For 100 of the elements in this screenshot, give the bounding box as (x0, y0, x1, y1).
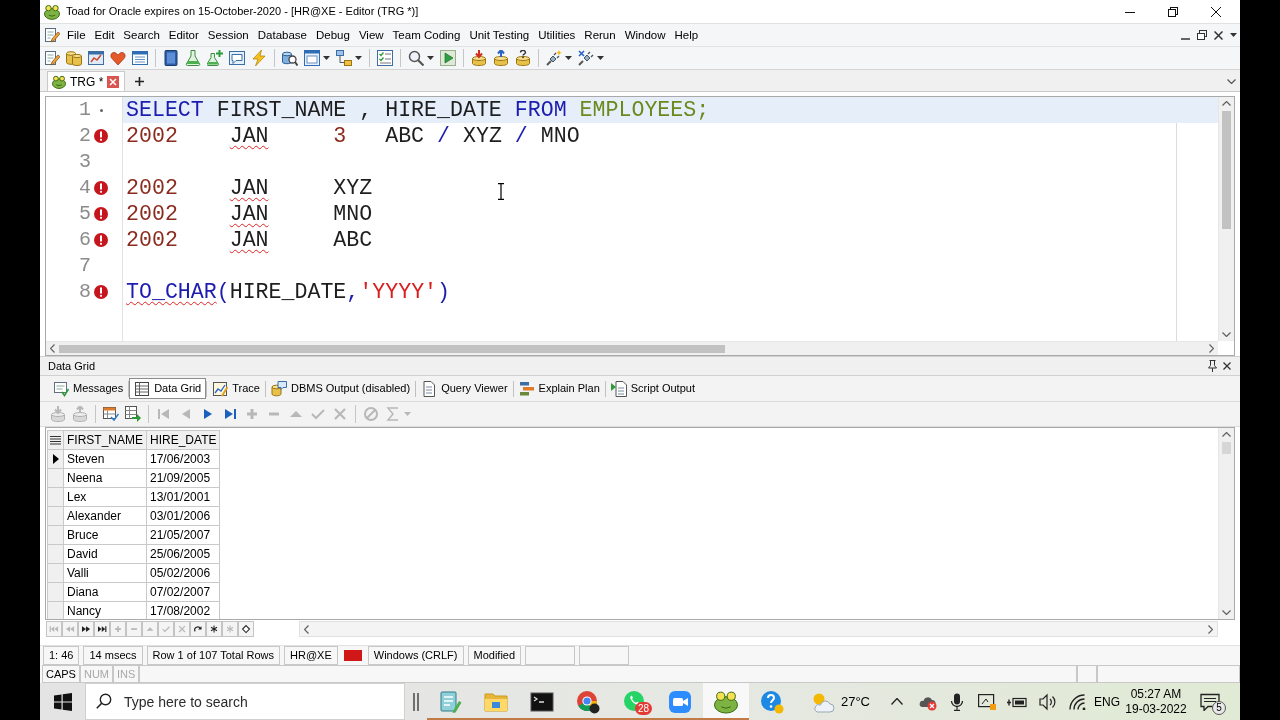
code-line: 2002 JAN XYZ (126, 176, 373, 200)
menu-item[interactable]: View (354, 26, 388, 44)
plug-sparkle-icon[interactable] (546, 50, 562, 66)
document-pencil-icon[interactable] (44, 50, 60, 66)
search-field[interactable]: Type here to search (85, 683, 405, 720)
database-up-arrow-icon[interactable] (493, 50, 509, 66)
document-pencil-icon[interactable] (44, 27, 60, 43)
close-icon[interactable] (1223, 362, 1231, 370)
database-speech-icon (270, 380, 287, 397)
caret-icon[interactable] (323, 56, 330, 60)
caret-icon[interactable] (565, 56, 572, 60)
window-icon[interactable] (304, 50, 320, 66)
pin-icon[interactable] (1208, 360, 1217, 372)
caret-icon[interactable] (427, 56, 434, 60)
grid-copy-icon[interactable] (103, 406, 119, 422)
table-cell: Lex (63, 487, 147, 507)
horizontal-scrollbar[interactable] (46, 341, 1218, 355)
fast-forward-icon[interactable] (78, 621, 94, 637)
menu-item[interactable]: Team Coding (388, 26, 465, 44)
tab[interactable]: Messages (48, 378, 129, 399)
book-icon[interactable] (163, 50, 179, 66)
tab[interactable]: Explain Plan (513, 378, 605, 399)
last-icon[interactable] (94, 621, 110, 637)
tab[interactable]: DBMS Output (disabled) (265, 378, 416, 399)
database-magnifier-icon[interactable] (282, 50, 298, 66)
menu-item[interactable]: Editor (164, 26, 203, 44)
key-indicator: NUM (79, 665, 114, 683)
table-cell: 17/06/2003 (146, 449, 220, 469)
menu-item[interactable]: Debug (312, 26, 354, 44)
menu-item[interactable]: Utilities (534, 26, 580, 44)
chevron-up-icon[interactable] (891, 698, 903, 705)
clock-time[interactable]: 05:27 AM (1130, 686, 1182, 702)
column-header[interactable]: FIRST_NAME (63, 430, 147, 450)
horizontal-scrollbar[interactable] (299, 621, 1218, 637)
panel-title: Data Grid (48, 358, 96, 374)
flask-plus-icon[interactable] (207, 50, 223, 66)
menu-item[interactable]: File (63, 26, 90, 44)
column-header[interactable]: HIRE_DATE (146, 430, 220, 450)
asterisk-icon[interactable] (206, 621, 222, 637)
list-icon[interactable] (50, 435, 61, 446)
speaker-icon[interactable] (1038, 692, 1056, 711)
scrollbar-thumb[interactable] (59, 344, 725, 353)
plug-cross-icon[interactable] (578, 50, 594, 66)
line-number: 3 (79, 149, 91, 173)
language-indicator[interactable]: ENG (1094, 692, 1120, 711)
menu-item[interactable]: Database (253, 26, 311, 44)
temperature[interactable]: 27°C (840, 691, 870, 712)
restore-icon[interactable] (1197, 30, 1207, 40)
menu-item[interactable]: Window (620, 26, 670, 44)
menu-item[interactable]: Search (119, 26, 164, 44)
grid-arrow-icon[interactable] (125, 406, 141, 422)
double-bar-icon[interactable] (413, 692, 419, 711)
search-icon[interactable] (96, 693, 112, 709)
caret-icon[interactable] (597, 56, 604, 60)
close-icon[interactable] (1211, 6, 1221, 17)
dot-icon (99, 108, 103, 112)
taskbar-button[interactable]: 28 (611, 683, 657, 720)
checklist-icon[interactable] (377, 50, 393, 66)
menu-item[interactable]: Edit (90, 26, 119, 44)
window-icon[interactable] (132, 50, 148, 66)
scrollbar-thumb[interactable] (1222, 442, 1231, 454)
magnifier-icon[interactable] (408, 50, 424, 66)
four-squares-icon[interactable] (53, 692, 72, 711)
database-down-arrow-icon[interactable] (471, 50, 487, 66)
monitor-icon[interactable] (978, 693, 996, 710)
menu-item[interactable]: Rerun (580, 26, 620, 44)
frog-icon (714, 689, 738, 714)
database-icon[interactable] (66, 50, 82, 66)
maximize-icon[interactable] (1168, 6, 1178, 17)
status-panel: Row 1 of 107 Total Rows (146, 646, 281, 665)
notification-count: 5 (1212, 701, 1226, 715)
tab[interactable]: Query Viewer (416, 378, 513, 399)
heart-icon[interactable] (110, 50, 126, 66)
tab[interactable]: Data Grid (129, 378, 207, 399)
caret-icon[interactable] (355, 56, 362, 60)
vertical-scrollbar[interactable] (1218, 428, 1234, 619)
menu-item[interactable]: Help (670, 26, 703, 44)
table-cell: 21/09/2005 (146, 468, 220, 488)
clock-date[interactable]: 19-03-2022 (1125, 701, 1187, 717)
tab[interactable]: Trace (207, 378, 265, 399)
wifi-icon[interactable] (1068, 693, 1086, 710)
message-bubble-icon[interactable] (1200, 692, 1220, 711)
caret-icon[interactable] (1230, 33, 1237, 37)
chevron-down-icon[interactable] (1227, 79, 1236, 84)
network-icon[interactable] (336, 50, 352, 66)
menu-item[interactable]: Session (203, 26, 253, 44)
vertical-scrollbar[interactable] (1218, 97, 1234, 341)
chart-window-icon[interactable] (88, 50, 104, 66)
database-question-icon[interactable] (515, 50, 531, 66)
plus-icon[interactable] (135, 77, 145, 86)
play-icon[interactable] (440, 50, 456, 66)
scrollbar-thumb[interactable] (1222, 111, 1231, 229)
speech-window-icon[interactable] (229, 50, 245, 66)
diamond-icon[interactable] (238, 621, 254, 637)
close-icon[interactable] (1214, 30, 1223, 40)
editor-tab[interactable]: TRG * (47, 71, 126, 91)
tab[interactable]: Script Output (605, 378, 700, 399)
menu-item[interactable]: Unit Testing (465, 26, 534, 44)
microphone-icon[interactable] (950, 692, 964, 711)
flask-icon[interactable] (185, 50, 201, 66)
